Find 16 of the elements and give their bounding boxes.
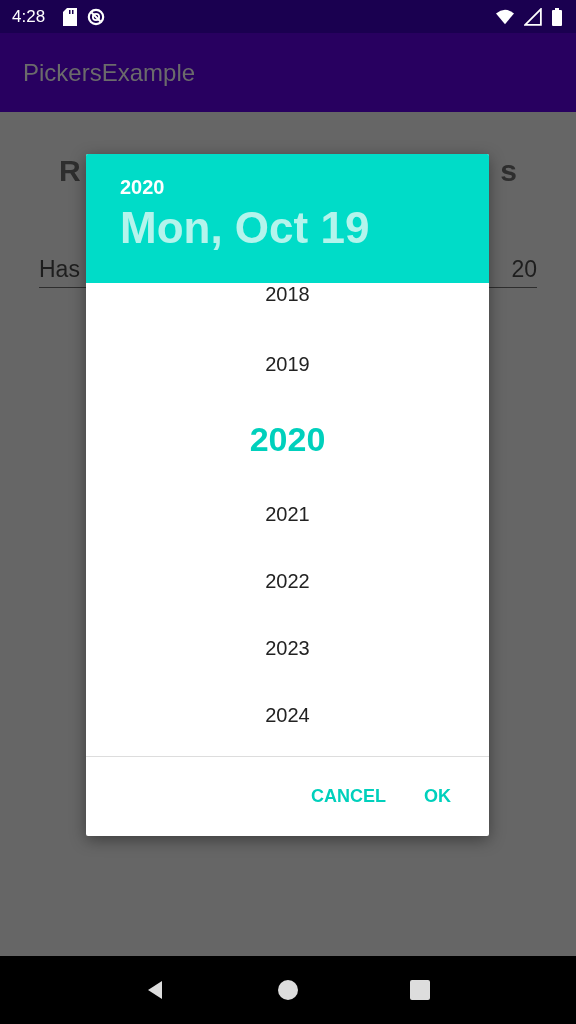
year-option[interactable]: 2019 [265, 353, 310, 376]
year-option[interactable]: 2022 [265, 570, 310, 593]
heading-text: R [59, 154, 81, 188]
app-title: PickersExample [23, 58, 196, 87]
year-option[interactable]: 2024 [265, 704, 310, 727]
heading-text: s [500, 154, 517, 188]
home-icon[interactable] [278, 980, 298, 1000]
sd-card-icon [63, 7, 78, 26]
year-option[interactable]: 2021 [265, 503, 310, 526]
battery-icon [552, 7, 562, 26]
circle-slash-icon [87, 7, 106, 26]
status-time: 4:28 [12, 6, 46, 27]
wifi-icon [496, 7, 514, 26]
year-option[interactable]: 2018 [265, 283, 310, 306]
signal-icon [524, 7, 542, 26]
year-option[interactable]: 2023 [265, 637, 310, 660]
